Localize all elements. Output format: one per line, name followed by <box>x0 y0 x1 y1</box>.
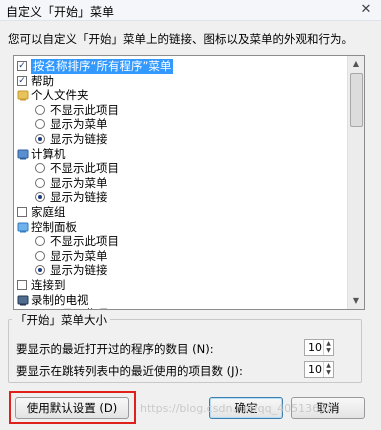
list-item-label: 帮助 <box>31 73 54 88</box>
dialog-window: 自定义「开始」菜单 ✕ 您可以自定义「开始」菜单上的链接、图标以及菜单的外观和行… <box>0 0 381 430</box>
dialog-description: 您可以自定义「开始」菜单上的链接、图标以及菜单的外观和行为。 <box>8 32 353 46</box>
checkbox-unchecked[interactable] <box>17 280 27 290</box>
jump-list-stepper[interactable]: 10 ▲ ▼ <box>304 361 334 378</box>
radio-unselected[interactable] <box>35 104 45 115</box>
control-panel-icon <box>17 221 29 233</box>
list-item-label: 显示为菜单 <box>50 117 108 132</box>
list-item-label: 显示为链接 <box>50 132 108 146</box>
list-item[interactable]: 显示为链接 <box>14 263 344 278</box>
list-item-label: 不显示此项目 <box>50 234 119 249</box>
list-item-label: 显示为菜单 <box>50 248 108 263</box>
list-item[interactable]: 不显示此项目 <box>14 161 344 176</box>
jump-list-value: 10 <box>308 363 322 376</box>
recent-programs-stepper[interactable]: 10 ▲ ▼ <box>304 339 334 356</box>
stepper-arrows-icon[interactable]: ▲ ▼ <box>323 362 333 377</box>
list-item-label: 显示为菜单 <box>50 175 108 190</box>
radio-unselected[interactable] <box>35 177 45 188</box>
checkbox-checked[interactable]: ✓ <box>17 75 27 86</box>
checkbox-checked[interactable]: ✓ <box>17 61 27 71</box>
annotation-highlight-box <box>9 391 136 424</box>
radio-selected[interactable] <box>35 265 45 276</box>
list-item-label: 按名称排序“所有程序”菜单 <box>31 59 174 74</box>
radio-unselected[interactable] <box>35 236 45 247</box>
radio-selected[interactable] <box>35 192 45 203</box>
list-item[interactable]: 个人文件夹 <box>14 88 344 103</box>
list-item[interactable]: 显示为菜单 <box>14 176 344 191</box>
recorded-tv-icon <box>17 294 29 306</box>
list-item[interactable]: 控制面板 <box>14 220 344 235</box>
vertical-scrollbar[interactable]: ▲ ▼ <box>347 56 364 309</box>
list-item-label: 不显示此项目 <box>50 102 119 117</box>
list-item[interactable]: 显示为链接 <box>14 190 344 205</box>
scroll-down-icon[interactable]: ▼ <box>348 293 364 309</box>
recent-programs-label: 要显示的最近打开过的程序的数目 (N): <box>16 342 214 356</box>
list-item[interactable]: 显示为菜单 <box>14 249 344 264</box>
folder-user-icon <box>17 89 29 101</box>
radio-selected[interactable] <box>35 309 45 310</box>
list-item-label: 不显示此项目 <box>50 307 119 309</box>
list-item-label: 连接到 <box>31 278 66 292</box>
list-item[interactable]: 不显示此项目 <box>14 103 344 118</box>
list-item-label: 家庭组 <box>31 205 66 219</box>
list-item-label: 计算机 <box>31 146 66 161</box>
list-item[interactable]: 不显示此项目 <box>14 234 344 249</box>
close-icon[interactable]: ✕ <box>357 2 375 17</box>
scroll-up-icon[interactable]: ▲ <box>348 56 364 72</box>
computer-icon <box>17 148 29 160</box>
options-listbox[interactable]: ✓ 按名称排序“所有程序”菜单 ✓ 帮助 个人文件夹 不显示此项目 显示为菜单 显示为链接 计算… <box>13 55 365 310</box>
checkbox-unchecked[interactable] <box>17 207 27 217</box>
list-item[interactable]: 家庭组 <box>14 205 344 220</box>
scrollbar-thumb[interactable] <box>350 73 363 127</box>
stepper-arrows-icon[interactable]: ▲ ▼ <box>323 340 333 355</box>
window-title: 自定义「开始」菜单 <box>6 5 115 19</box>
list-item-label: 显示为链接 <box>50 190 108 205</box>
list-item[interactable]: 不显示此项目 <box>14 307 344 310</box>
list-item[interactable]: ✓ 帮助 <box>14 74 344 89</box>
list-item-label: 显示为链接 <box>50 263 108 278</box>
radio-unselected[interactable] <box>35 163 45 174</box>
list-item-label: 录制的电视 <box>31 292 89 307</box>
list-item[interactable]: ✓ 按名称排序“所有程序”菜单 <box>14 59 344 74</box>
jump-list-label: 要显示在跳转列表中的最近使用的项目数 (J): <box>16 364 243 378</box>
list-item[interactable]: 连接到 <box>14 278 344 293</box>
list-item[interactable]: 显示为链接 <box>14 132 344 147</box>
title-bar: 自定义「开始」菜单 ✕ <box>0 0 381 21</box>
menu-size-group-title: 「开始」菜单大小 <box>12 312 110 328</box>
options-list: ✓ 按名称排序“所有程序”菜单 ✓ 帮助 个人文件夹 不显示此项目 显示为菜单 显示为链接 计算… <box>14 56 348 309</box>
list-item[interactable]: 计算机 <box>14 147 344 162</box>
radio-unselected[interactable] <box>35 250 45 261</box>
list-item-label: 不显示此项目 <box>50 161 119 176</box>
radio-unselected[interactable] <box>35 119 45 130</box>
watermark: https://blog.csdn.net/qq_40513632 <box>140 402 334 415</box>
list-item[interactable]: 录制的电视 <box>14 293 344 308</box>
list-item-label: 控制面板 <box>31 219 77 234</box>
list-item[interactable]: 显示为菜单 <box>14 117 344 132</box>
list-item-label: 个人文件夹 <box>31 88 89 103</box>
radio-selected[interactable] <box>35 134 45 144</box>
recent-programs-value: 10 <box>308 341 322 354</box>
